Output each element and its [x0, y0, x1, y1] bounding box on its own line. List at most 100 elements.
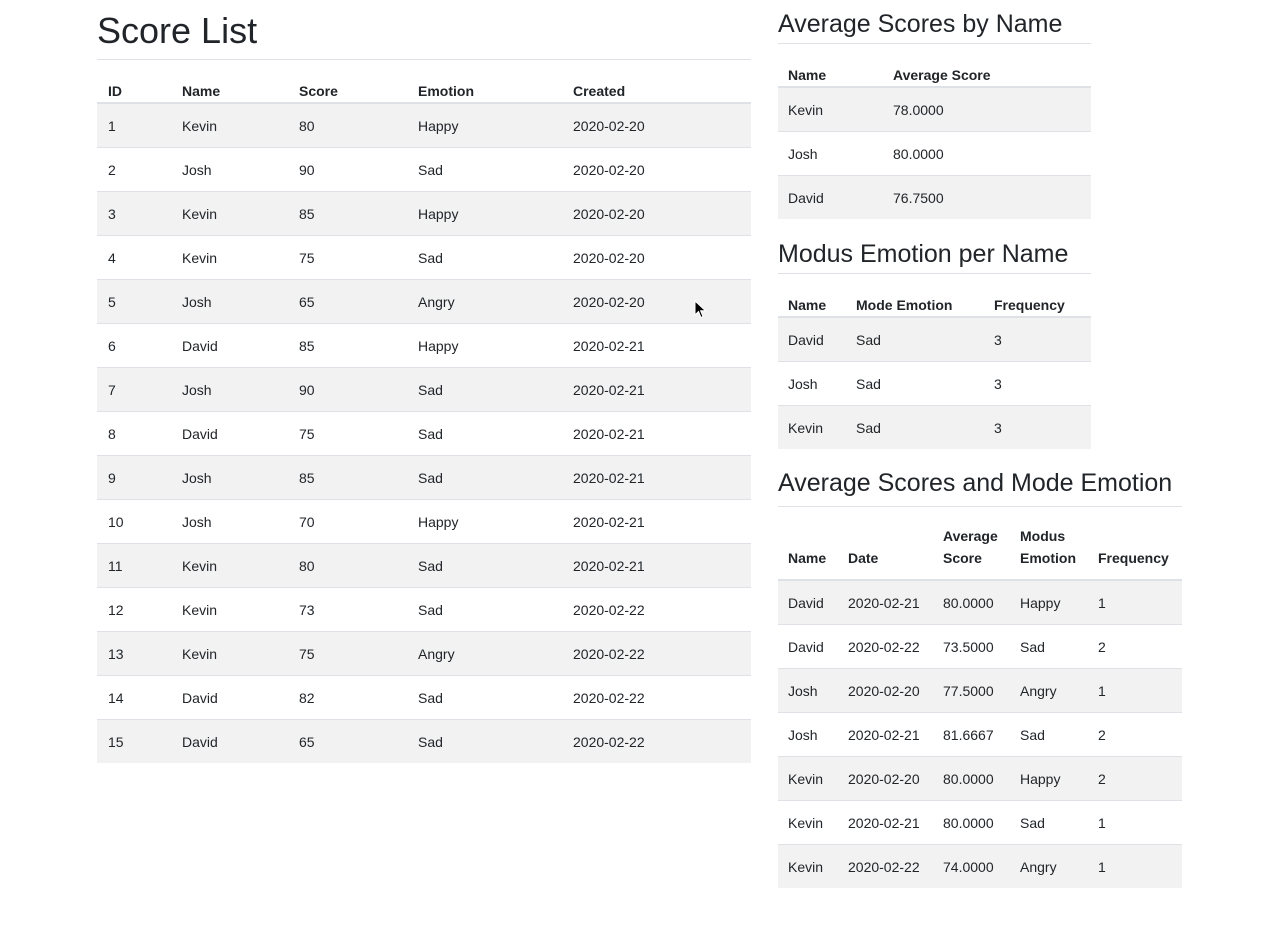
- table-row: 4 Kevin 75 Sad 2020-02-20: [97, 235, 751, 280]
- table-cell: 2: [97, 147, 171, 192]
- table-cell: Angry: [407, 631, 562, 676]
- column-header-emotion: Emotion: [407, 59, 562, 104]
- table-cell: Sad: [1010, 624, 1088, 669]
- table-cell: 78.0000: [883, 86, 1091, 132]
- table-cell: David: [171, 323, 288, 368]
- table-row: 6 David 85 Happy 2020-02-21: [97, 323, 751, 368]
- table-cell: 11: [97, 543, 171, 588]
- table-row: 15 David 65 Sad 2020-02-22: [97, 719, 751, 763]
- column-header-name: Name: [778, 273, 846, 318]
- table-cell: 2: [1088, 712, 1182, 757]
- table-cell: Sad: [846, 316, 984, 362]
- table-cell: Happy: [407, 102, 562, 148]
- table-cell: 2020-02-22: [838, 624, 933, 669]
- table-cell: David: [171, 411, 288, 456]
- table-cell: Josh: [778, 361, 846, 406]
- table-cell: 75: [288, 411, 407, 456]
- table-header-row: ID Name Score Emotion Created: [97, 59, 751, 104]
- table-cell: 85: [288, 191, 407, 236]
- column-header-name: Name: [778, 506, 838, 581]
- column-header-name: Name: [171, 59, 288, 104]
- table-cell: 85: [288, 455, 407, 500]
- table-cell: Kevin: [778, 844, 838, 888]
- summary-section: Average Scores by Name Name Average Scor…: [778, 0, 1182, 888]
- table-cell: 73.5000: [933, 624, 1010, 669]
- table-row: David 2020-02-21 80.0000 Happy 1: [778, 579, 1182, 625]
- table-cell: Sad: [407, 367, 562, 412]
- page-title: Score List: [97, 10, 258, 51]
- table-cell: 9: [97, 455, 171, 500]
- table-cell: 80.0000: [933, 800, 1010, 845]
- table-cell: 76.7500: [883, 175, 1091, 219]
- table-row: Josh Sad 3: [778, 361, 1091, 406]
- table-cell: 2020-02-20: [562, 279, 751, 324]
- table-cell: 80.0000: [883, 131, 1091, 176]
- table-cell: Josh: [171, 147, 288, 192]
- table-cell: Josh: [778, 712, 838, 757]
- table-cell: 2020-02-21: [562, 367, 751, 412]
- table-row: 14 David 82 Sad 2020-02-22: [97, 675, 751, 720]
- table-cell: Sad: [1010, 712, 1088, 757]
- table-cell: 85: [288, 323, 407, 368]
- table-cell: Kevin: [171, 631, 288, 676]
- table-row: 5 Josh 65 Angry 2020-02-20: [97, 279, 751, 324]
- table-cell: Angry: [1010, 668, 1088, 713]
- table-cell: 4: [97, 235, 171, 280]
- table-cell: 2020-02-22: [562, 719, 751, 763]
- avg-and-mode-title: Average Scores and Mode Emotion: [778, 469, 1173, 497]
- table-cell: 2020-02-20: [562, 235, 751, 280]
- table-cell: Kevin: [171, 235, 288, 280]
- table-cell: 2020-02-20: [838, 756, 933, 801]
- table-cell: 90: [288, 367, 407, 412]
- table-cell: Happy: [1010, 756, 1088, 801]
- mode-by-name-table: Name Mode Emotion Frequency David Sad 3 Jos…: [778, 273, 1091, 449]
- column-header-average-score: Average Score: [883, 43, 1091, 88]
- table-header-row: Name Average Score: [778, 43, 1091, 88]
- table-cell: Happy: [1010, 579, 1088, 625]
- table-cell: Happy: [407, 499, 562, 544]
- table-cell: 74.0000: [933, 844, 1010, 888]
- table-cell: 1: [1088, 800, 1182, 845]
- table-cell: Angry: [1010, 844, 1088, 888]
- table-row: David 76.7500: [778, 175, 1091, 219]
- table-cell: 65: [288, 279, 407, 324]
- table-cell: 2020-02-21: [838, 712, 933, 757]
- table-cell: David: [778, 579, 838, 625]
- table-cell: Sad: [407, 587, 562, 632]
- table-row: 7 Josh 90 Sad 2020-02-21: [97, 367, 751, 412]
- table-cell: Sad: [407, 543, 562, 588]
- table-cell: 2020-02-21: [562, 499, 751, 544]
- table-cell: 7: [97, 367, 171, 412]
- table-row: 2 Josh 90 Sad 2020-02-20: [97, 147, 751, 192]
- table-cell: 15: [97, 719, 171, 763]
- avg-and-mode-table: Name Date Average Score Modus Emotion Fr…: [778, 506, 1182, 888]
- table-cell: 2: [1088, 756, 1182, 801]
- table-cell: 2020-02-22: [562, 587, 751, 632]
- table-row: 10 Josh 70 Happy 2020-02-21: [97, 499, 751, 544]
- table-row: 13 Kevin 75 Angry 2020-02-22: [97, 631, 751, 676]
- table-cell: Sad: [407, 719, 562, 763]
- table-cell: Kevin: [171, 102, 288, 148]
- table-cell: Sad: [407, 455, 562, 500]
- table-cell: 2: [1088, 624, 1182, 669]
- table-cell: 80.0000: [933, 579, 1010, 625]
- avg-and-mode-body: David 2020-02-21 80.0000 Happy 1 David 2020-02…: [778, 579, 1182, 888]
- avg-by-name-title: Average Scores by Name: [778, 10, 1063, 38]
- table-cell: Josh: [778, 668, 838, 713]
- table-row: Josh 2020-02-21 81.6667 Sad 2: [778, 712, 1182, 757]
- table-cell: 75: [288, 235, 407, 280]
- table-header-row: Name Date Average Score Modus Emotion Fr…: [778, 506, 1182, 581]
- table-cell: Kevin: [171, 543, 288, 588]
- column-header-average-score: Average Score: [933, 506, 1010, 581]
- table-cell: 80: [288, 543, 407, 588]
- table-cell: 12: [97, 587, 171, 632]
- table-cell: 73: [288, 587, 407, 632]
- table-cell: 2020-02-21: [562, 455, 751, 500]
- table-cell: Sad: [407, 147, 562, 192]
- table-cell: Sad: [407, 235, 562, 280]
- table-cell: 14: [97, 675, 171, 720]
- avg-by-name-body: Kevin 78.0000 Josh 80.0000 David 76.7500: [778, 86, 1091, 219]
- table-cell: Kevin: [778, 86, 883, 132]
- table-cell: 1: [1088, 668, 1182, 713]
- table-row: 3 Kevin 85 Happy 2020-02-20: [97, 191, 751, 236]
